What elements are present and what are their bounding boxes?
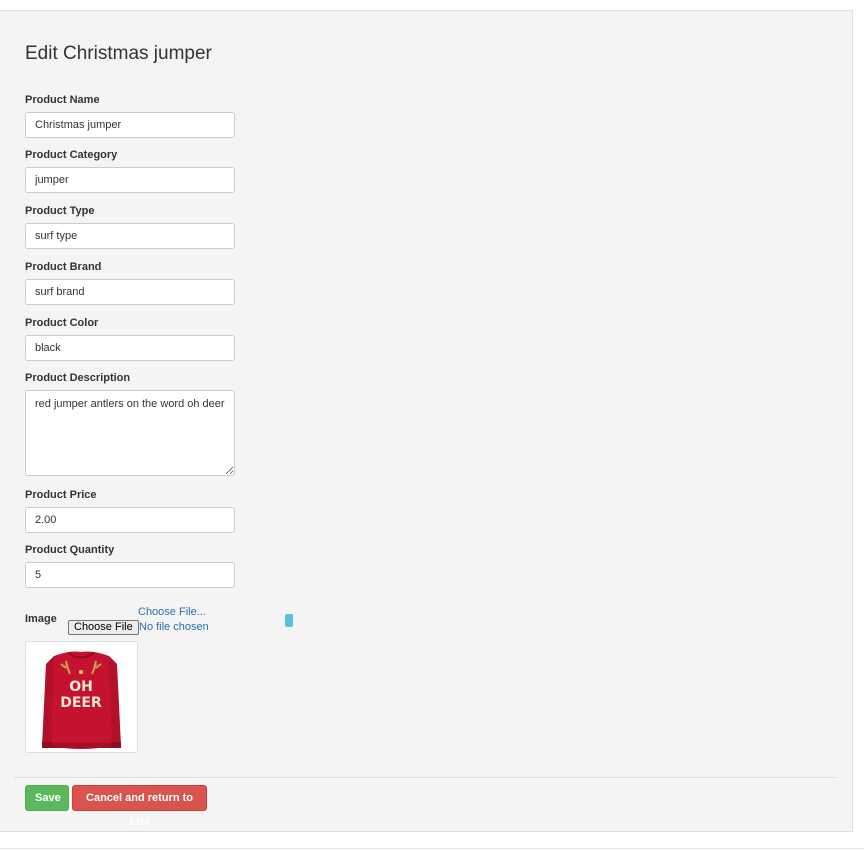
save-button[interactable]: Save	[25, 785, 69, 811]
product-price-input[interactable]	[25, 507, 235, 533]
product-name-input[interactable]	[25, 112, 235, 138]
form-divider	[14, 777, 837, 778]
product-category-label: Product Category	[25, 149, 118, 161]
product-name-label: Product Name	[25, 94, 100, 106]
product-thumbnail: OH DEER	[25, 641, 138, 753]
product-color-input[interactable]	[25, 335, 235, 361]
product-quantity-input[interactable]	[25, 562, 235, 588]
product-brand-input[interactable]	[25, 279, 235, 305]
product-type-label: Product Type	[25, 205, 95, 217]
product-price-label: Product Price	[25, 489, 97, 501]
cancel-button[interactable]: Cancel and return to List	[72, 785, 207, 828]
product-category-input[interactable]	[25, 167, 235, 193]
choose-file-button[interactable]: Choose File	[68, 620, 139, 635]
product-brand-label: Product Brand	[25, 261, 102, 273]
product-color-label: Product Color	[25, 317, 99, 329]
product-description-label: Product Description	[25, 372, 131, 384]
file-status-text: No file chosen	[139, 621, 209, 633]
product-quantity-label: Product Quantity	[25, 544, 115, 556]
product-description-textarea[interactable]: red jumper antlers on the word oh deer	[25, 390, 235, 476]
product-type-input[interactable]	[25, 223, 235, 249]
image-label: Image	[25, 613, 57, 625]
upload-indicator	[285, 614, 293, 627]
page-title: Edit Christmas jumper	[25, 43, 212, 64]
choose-file-link[interactable]: Choose File...	[138, 606, 206, 618]
page-bottom-rule	[0, 848, 864, 849]
jumper-image: OH DEER	[42, 651, 121, 749]
